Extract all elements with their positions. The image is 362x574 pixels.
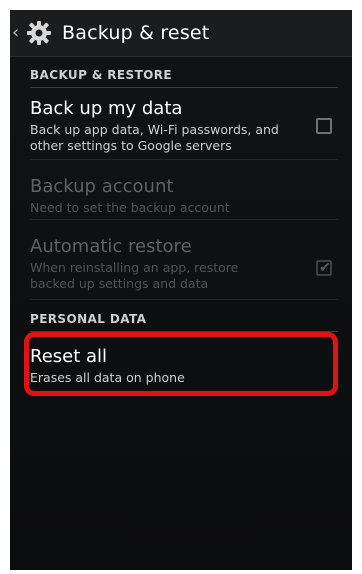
gear-icon[interactable]: [24, 18, 54, 48]
section-header-backup-restore: BACKUP & RESTORE: [30, 62, 338, 88]
item-title: Reset all: [30, 346, 108, 367]
back-icon[interactable]: ‹: [12, 10, 22, 56]
item-summary: When reinstalling an app, restore backed…: [30, 260, 239, 291]
settings-screen: ‹ Backup & reset BACKUP & RESTORE Back u…: [10, 10, 352, 570]
automatic-restore-checkbox: ✔: [316, 260, 332, 276]
page-title: Backup & reset: [62, 22, 210, 44]
item-summary: Need to set the backup account: [30, 200, 230, 215]
checkmark-icon: ✔: [319, 260, 331, 276]
item-summary: Erases all data on phone: [30, 370, 185, 385]
automatic-restore-item: Automatic restore When reinstalling an a…: [30, 222, 338, 300]
gear-icon-graphic: [27, 21, 51, 45]
backup-account-item: Backup account Need to set the backup ac…: [30, 162, 338, 220]
item-summary: Back up app data, Wi-Fi passwords, and o…: [30, 122, 279, 153]
item-title: Backup account: [30, 176, 174, 197]
action-bar: ‹ Backup & reset: [10, 10, 352, 57]
phone-frame: ‹ Backup & reset BACKUP & RESTORE Back u…: [0, 0, 362, 574]
back-up-data-checkbox[interactable]: [316, 118, 332, 134]
reset-all-item[interactable]: Reset all Erases all data on phone: [30, 340, 338, 392]
item-title: Automatic restore: [30, 236, 192, 257]
item-title: Back up my data: [30, 98, 183, 119]
section-header-personal-data: PERSONAL DATA: [30, 306, 338, 332]
back-up-my-data-item[interactable]: Back up my data Back up app data, Wi-Fi …: [30, 92, 338, 160]
